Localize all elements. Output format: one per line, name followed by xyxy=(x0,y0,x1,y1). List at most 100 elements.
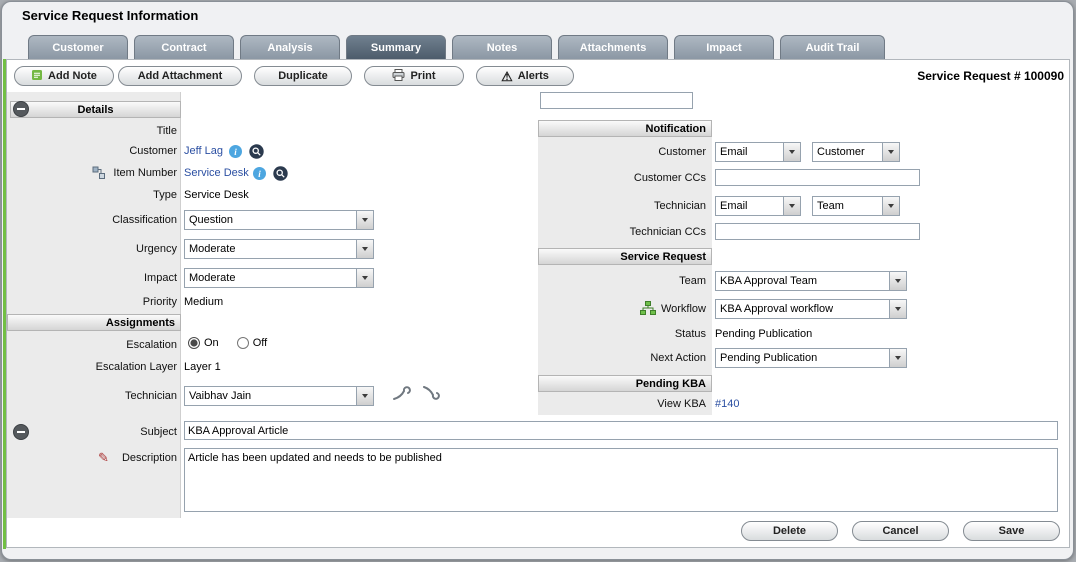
technician-value: Vaibhav Jain xyxy=(185,390,251,402)
customer-search-icon[interactable] xyxy=(249,144,264,164)
duplicate-label: Duplicate xyxy=(278,70,328,82)
type-value: Service Desk xyxy=(184,189,249,201)
title-label: Title xyxy=(7,125,177,137)
delete-button[interactable]: Delete xyxy=(741,521,838,541)
view-kba-link[interactable]: #140 xyxy=(715,398,739,410)
add-note-button[interactable]: Add Note xyxy=(14,66,114,86)
tab-customer[interactable]: Customer xyxy=(28,35,128,59)
type-label: Type xyxy=(7,189,177,201)
technician-notify-recipient-select[interactable]: Team xyxy=(812,196,900,216)
chevron-down-icon xyxy=(889,349,906,367)
pending-kba-section-header: Pending KBA xyxy=(538,375,712,392)
escalation-on-label: On xyxy=(204,337,219,349)
workflow-value: KBA Approval workflow xyxy=(716,303,833,315)
customer-info-icon[interactable]: i xyxy=(229,145,242,158)
tab-contract[interactable]: Contract xyxy=(134,35,234,59)
escalation-layer-value: Layer 1 xyxy=(184,361,221,373)
tab-audit-trail[interactable]: Audit Trail xyxy=(780,35,885,59)
workflow-select[interactable]: KBA Approval workflow xyxy=(715,299,907,319)
customer-notify-method-select[interactable]: Email xyxy=(715,142,801,162)
deescalate-icon[interactable] xyxy=(420,384,440,407)
escalate-icon[interactable] xyxy=(392,384,412,407)
technician-select[interactable]: Vaibhav Jain xyxy=(184,386,374,406)
customer-ccs-input[interactable] xyxy=(715,169,920,186)
add-attachment-label: Add Attachment xyxy=(138,70,223,82)
toolbar: Add Note Add Attachment Duplicate Print … xyxy=(14,66,574,86)
assignments-section-header: Assignments xyxy=(7,314,181,331)
assignments-header-label: Assignments xyxy=(106,317,175,329)
item-number-link[interactable]: Service Desk xyxy=(184,167,249,179)
team-select[interactable]: KBA Approval Team xyxy=(715,271,907,291)
workflow-label: Workflow xyxy=(538,303,706,315)
cancel-label: Cancel xyxy=(882,525,918,537)
cancel-button[interactable]: Cancel xyxy=(852,521,949,541)
escalation-off-radio[interactable] xyxy=(237,337,249,349)
chevron-down-icon xyxy=(889,300,906,318)
subject-input[interactable] xyxy=(184,421,1058,440)
chevron-down-icon xyxy=(356,211,373,229)
add-attachment-button[interactable]: Add Attachment xyxy=(118,66,242,86)
technician-label: Technician xyxy=(7,390,177,402)
priority-value: Medium xyxy=(184,296,223,308)
accent-bar xyxy=(3,59,6,549)
technician-ccs-label: Technician CCs xyxy=(538,226,706,238)
item-info-icon[interactable]: i xyxy=(253,167,266,180)
classification-label: Classification xyxy=(7,214,177,226)
item-number-label: Item Number xyxy=(7,167,177,179)
escalation-off-label: Off xyxy=(253,337,267,349)
status-label: Status xyxy=(538,328,706,340)
duplicate-button[interactable]: Duplicate xyxy=(254,66,352,86)
urgency-select[interactable]: Moderate xyxy=(184,239,374,259)
alerts-button[interactable]: ⚠ Alerts xyxy=(476,66,574,86)
request-number: Service Request # 100090 xyxy=(917,69,1064,83)
urgency-value: Moderate xyxy=(185,243,235,255)
next-action-value: Pending Publication xyxy=(716,352,817,364)
classification-select[interactable]: Question xyxy=(184,210,374,230)
customer-notify-recipient-value: Customer xyxy=(813,146,865,158)
unlabeled-top-input[interactable] xyxy=(540,92,693,109)
notification-customer-label: Customer xyxy=(538,146,706,158)
collapse-details-icon[interactable] xyxy=(13,101,29,117)
escalation-label: Escalation xyxy=(7,339,177,351)
tab-analysis[interactable]: Analysis xyxy=(240,35,340,59)
notification-header-label: Notification xyxy=(646,123,707,135)
chevron-down-icon xyxy=(356,269,373,287)
technician-notify-method-value: Email xyxy=(716,200,748,212)
description-textarea[interactable]: Article has been updated and needs to be… xyxy=(184,448,1058,512)
customer-notify-recipient-select[interactable]: Customer xyxy=(812,142,900,162)
footer-actions: Delete Cancel Save xyxy=(741,521,1060,541)
classification-value: Question xyxy=(185,214,233,226)
technician-notify-recipient-value: Team xyxy=(813,200,844,212)
status-value: Pending Publication xyxy=(715,328,812,340)
item-search-icon[interactable] xyxy=(273,166,288,186)
save-button[interactable]: Save xyxy=(963,521,1060,541)
urgency-label: Urgency xyxy=(7,243,177,255)
escalation-on-radio[interactable] xyxy=(188,337,200,349)
details-section-header: Details xyxy=(10,101,181,118)
tab-attachments[interactable]: Attachments xyxy=(558,35,668,59)
tab-impact[interactable]: Impact xyxy=(674,35,774,59)
save-label: Save xyxy=(999,525,1025,537)
chevron-down-icon xyxy=(356,240,373,258)
technician-ccs-input[interactable] xyxy=(715,223,920,240)
next-action-select[interactable]: Pending Publication xyxy=(715,348,907,368)
print-label: Print xyxy=(410,70,435,82)
tab-summary[interactable]: Summary xyxy=(346,35,446,59)
details-header-label: Details xyxy=(77,104,113,116)
impact-value: Moderate xyxy=(185,272,235,284)
tab-bar: Customer Contract Analysis Summary Notes… xyxy=(28,35,885,59)
chevron-down-icon xyxy=(783,143,800,161)
service-request-section-header: Service Request xyxy=(538,248,712,265)
technician-notify-method-select[interactable]: Email xyxy=(715,196,801,216)
next-action-label: Next Action xyxy=(538,352,706,364)
tab-notes[interactable]: Notes xyxy=(452,35,552,59)
print-button[interactable]: Print xyxy=(364,66,464,86)
printer-icon xyxy=(392,69,405,84)
delete-label: Delete xyxy=(773,525,806,537)
add-note-label: Add Note xyxy=(48,70,97,82)
customer-label: Customer xyxy=(7,145,177,157)
chevron-down-icon xyxy=(882,197,899,215)
notification-section-header: Notification xyxy=(538,120,712,137)
impact-select[interactable]: Moderate xyxy=(184,268,374,288)
customer-link[interactable]: Jeff Lag xyxy=(184,145,223,157)
